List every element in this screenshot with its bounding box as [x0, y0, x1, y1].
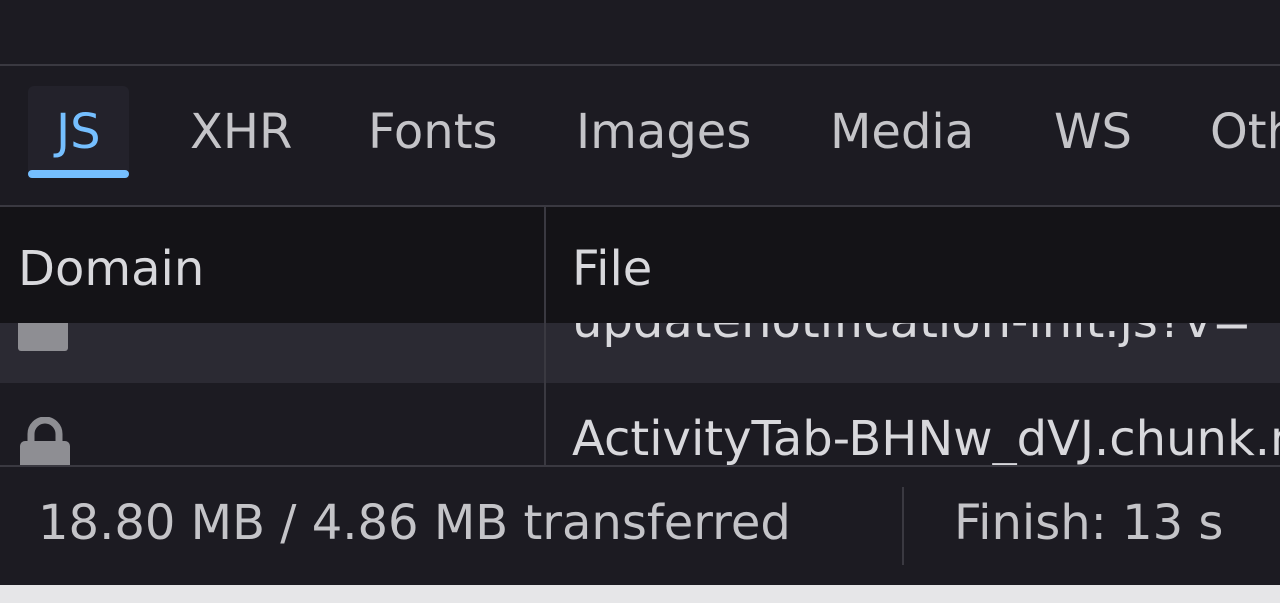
filter-tab-xhr-label: XHR — [190, 104, 293, 160]
request-list: updatenotification-init.js?v= ActivityTa… — [0, 323, 1280, 465]
request-file: updatenotification-init.js?v= — [572, 323, 1252, 349]
folder-icon — [18, 323, 68, 351]
filter-tab-other[interactable]: Other — [1210, 86, 1280, 178]
filter-tab-ws-label: WS — [1054, 104, 1132, 160]
column-header-row: Domain File — [0, 207, 1280, 323]
network-panel: JS XHR Fonts Images Media WS Other Domai… — [0, 0, 1280, 603]
filter-tab-other-label: Other — [1210, 104, 1280, 160]
status-divider — [902, 487, 904, 565]
request-row[interactable]: updatenotification-init.js?v= — [0, 323, 1280, 383]
column-header-file-label: File — [572, 241, 653, 297]
filter-tab-media[interactable]: Media — [830, 86, 974, 178]
window-bottom-edge — [0, 585, 1280, 603]
filter-tab-js[interactable]: JS — [28, 86, 129, 178]
filter-tab-fonts[interactable]: Fonts — [368, 86, 498, 178]
transferred-summary: 18.80 MB / 4.86 MB transferred — [38, 495, 791, 551]
filter-tab-media-label: Media — [830, 104, 975, 160]
finish-time: Finish: 13 s — [954, 495, 1224, 551]
request-row[interactable]: ActivityTab-BHNw_dVJ.chunk.mjs — [0, 383, 1280, 465]
toolbar-strip — [0, 0, 1280, 66]
filter-tab-fonts-label: Fonts — [368, 104, 498, 160]
column-header-domain[interactable]: Domain — [18, 207, 538, 323]
filter-tab-images-label: Images — [576, 104, 752, 160]
filter-tab-js-label: JS — [56, 104, 101, 160]
column-header-file[interactable]: File — [572, 207, 1272, 323]
column-header-domain-label: Domain — [18, 241, 205, 297]
request-file: ActivityTab-BHNw_dVJ.chunk.mjs — [572, 411, 1280, 465]
filter-tab-ws[interactable]: WS — [1054, 86, 1132, 178]
column-divider[interactable] — [544, 207, 546, 465]
status-bar: 18.80 MB / 4.86 MB transferred Finish: 1… — [0, 465, 1280, 585]
filter-tab-images[interactable]: Images — [576, 86, 751, 178]
lock-icon — [20, 417, 70, 465]
active-tab-indicator — [28, 170, 129, 178]
filter-tab-xhr[interactable]: XHR — [190, 86, 292, 178]
request-type-filter-bar: JS XHR Fonts Images Media WS Other — [0, 66, 1280, 207]
